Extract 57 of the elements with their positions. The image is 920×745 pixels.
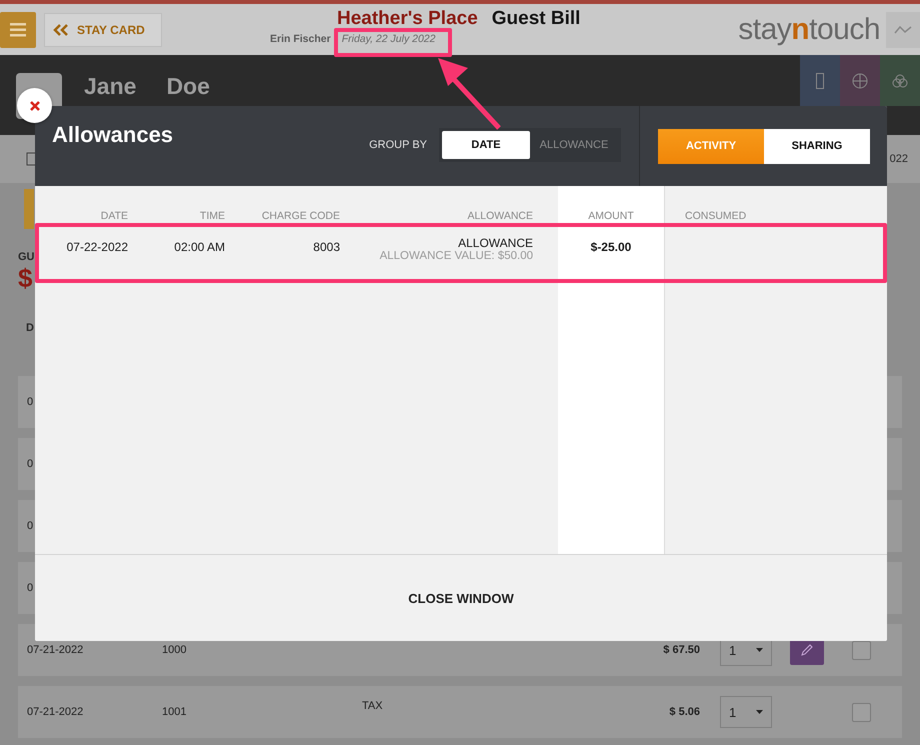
charge-code-cell-text: 8003: [312, 239, 340, 256]
stay-card-button[interactable]: STAY CARD: [44, 12, 162, 46]
allowance-value: ALLOWANCE VALUE: $50.00: [380, 250, 533, 262]
column-header: AMOUNT: [587, 209, 635, 224]
date-cell-text: 0: [27, 520, 34, 532]
column-header: TIME: [198, 209, 225, 224]
date-cell-text: 0: [27, 582, 34, 594]
guest-tab[interactable]: [800, 55, 840, 106]
menu-button[interactable]: [0, 12, 36, 48]
activity-button[interactable]: [886, 12, 920, 48]
section-label: GU: [18, 251, 34, 263]
column-header: CONSUMED: [684, 209, 748, 224]
guest-last-name: Doe: [166, 73, 210, 100]
double-chevron-icon: [53, 24, 69, 36]
row-checkbox[interactable]: [852, 702, 871, 722]
column-header: ALLOWANCE: [466, 209, 534, 224]
date-cell-text: 07-22-2022: [66, 239, 128, 256]
caret-icon: [756, 710, 763, 714]
globe-icon: [852, 72, 868, 88]
date-cell-text: 07-21-2022: [27, 706, 84, 718]
caret-icon: [756, 648, 763, 652]
group-by-option[interactable]: DATE: [442, 131, 530, 159]
circles-icon: [892, 72, 908, 88]
column-header: CHARGE CODE: [260, 209, 340, 224]
line-graph-icon: [894, 24, 912, 34]
date-cell-text: 0: [27, 396, 34, 408]
column-header: D: [26, 322, 34, 334]
code-cell-text: 1000: [162, 644, 188, 656]
time-cell-text: 02:00 AM: [173, 239, 225, 256]
guest-first-name: Jane: [84, 73, 136, 100]
amount-cell-text: $ 67.50: [662, 644, 701, 656]
date-text: 022: [890, 153, 908, 165]
guest-tab[interactable]: [880, 55, 920, 106]
group-by-option[interactable]: ALLOWANCE: [530, 131, 618, 159]
balance-amount: $: [18, 263, 32, 294]
allowance-name: ALLOWANCE: [458, 236, 533, 250]
modal-title: Allowances: [52, 122, 174, 148]
page-title: Guest Bill: [492, 8, 580, 30]
amount-cell-text: $ 5.06: [668, 706, 701, 718]
column-header: DATE: [100, 209, 128, 224]
guest-tab[interactable]: [840, 55, 880, 106]
date-cell-text: 0: [27, 458, 34, 470]
logo: stayntouch: [738, 12, 880, 46]
description-cell-text: TAX: [362, 700, 384, 712]
hotel-name: Heather's Place: [337, 8, 478, 30]
view-tab[interactable]: SHARING: [764, 128, 870, 164]
business-date: Friday, 22 July 2022: [342, 32, 436, 46]
amount-cell-text: $-25.00: [590, 239, 632, 256]
code-cell-text: 1001: [162, 706, 188, 718]
row-checkbox[interactable]: [852, 640, 871, 660]
pencil-icon: [801, 644, 813, 656]
user-name: Erin Fischer: [270, 32, 331, 46]
group-by-label: GROUP BY: [369, 139, 427, 151]
quantity-select[interactable]: 1: [720, 696, 772, 728]
menu-icon: [10, 22, 26, 36]
close-icon: [30, 100, 40, 110]
date-cell-text: 07-21-2022: [27, 644, 84, 656]
